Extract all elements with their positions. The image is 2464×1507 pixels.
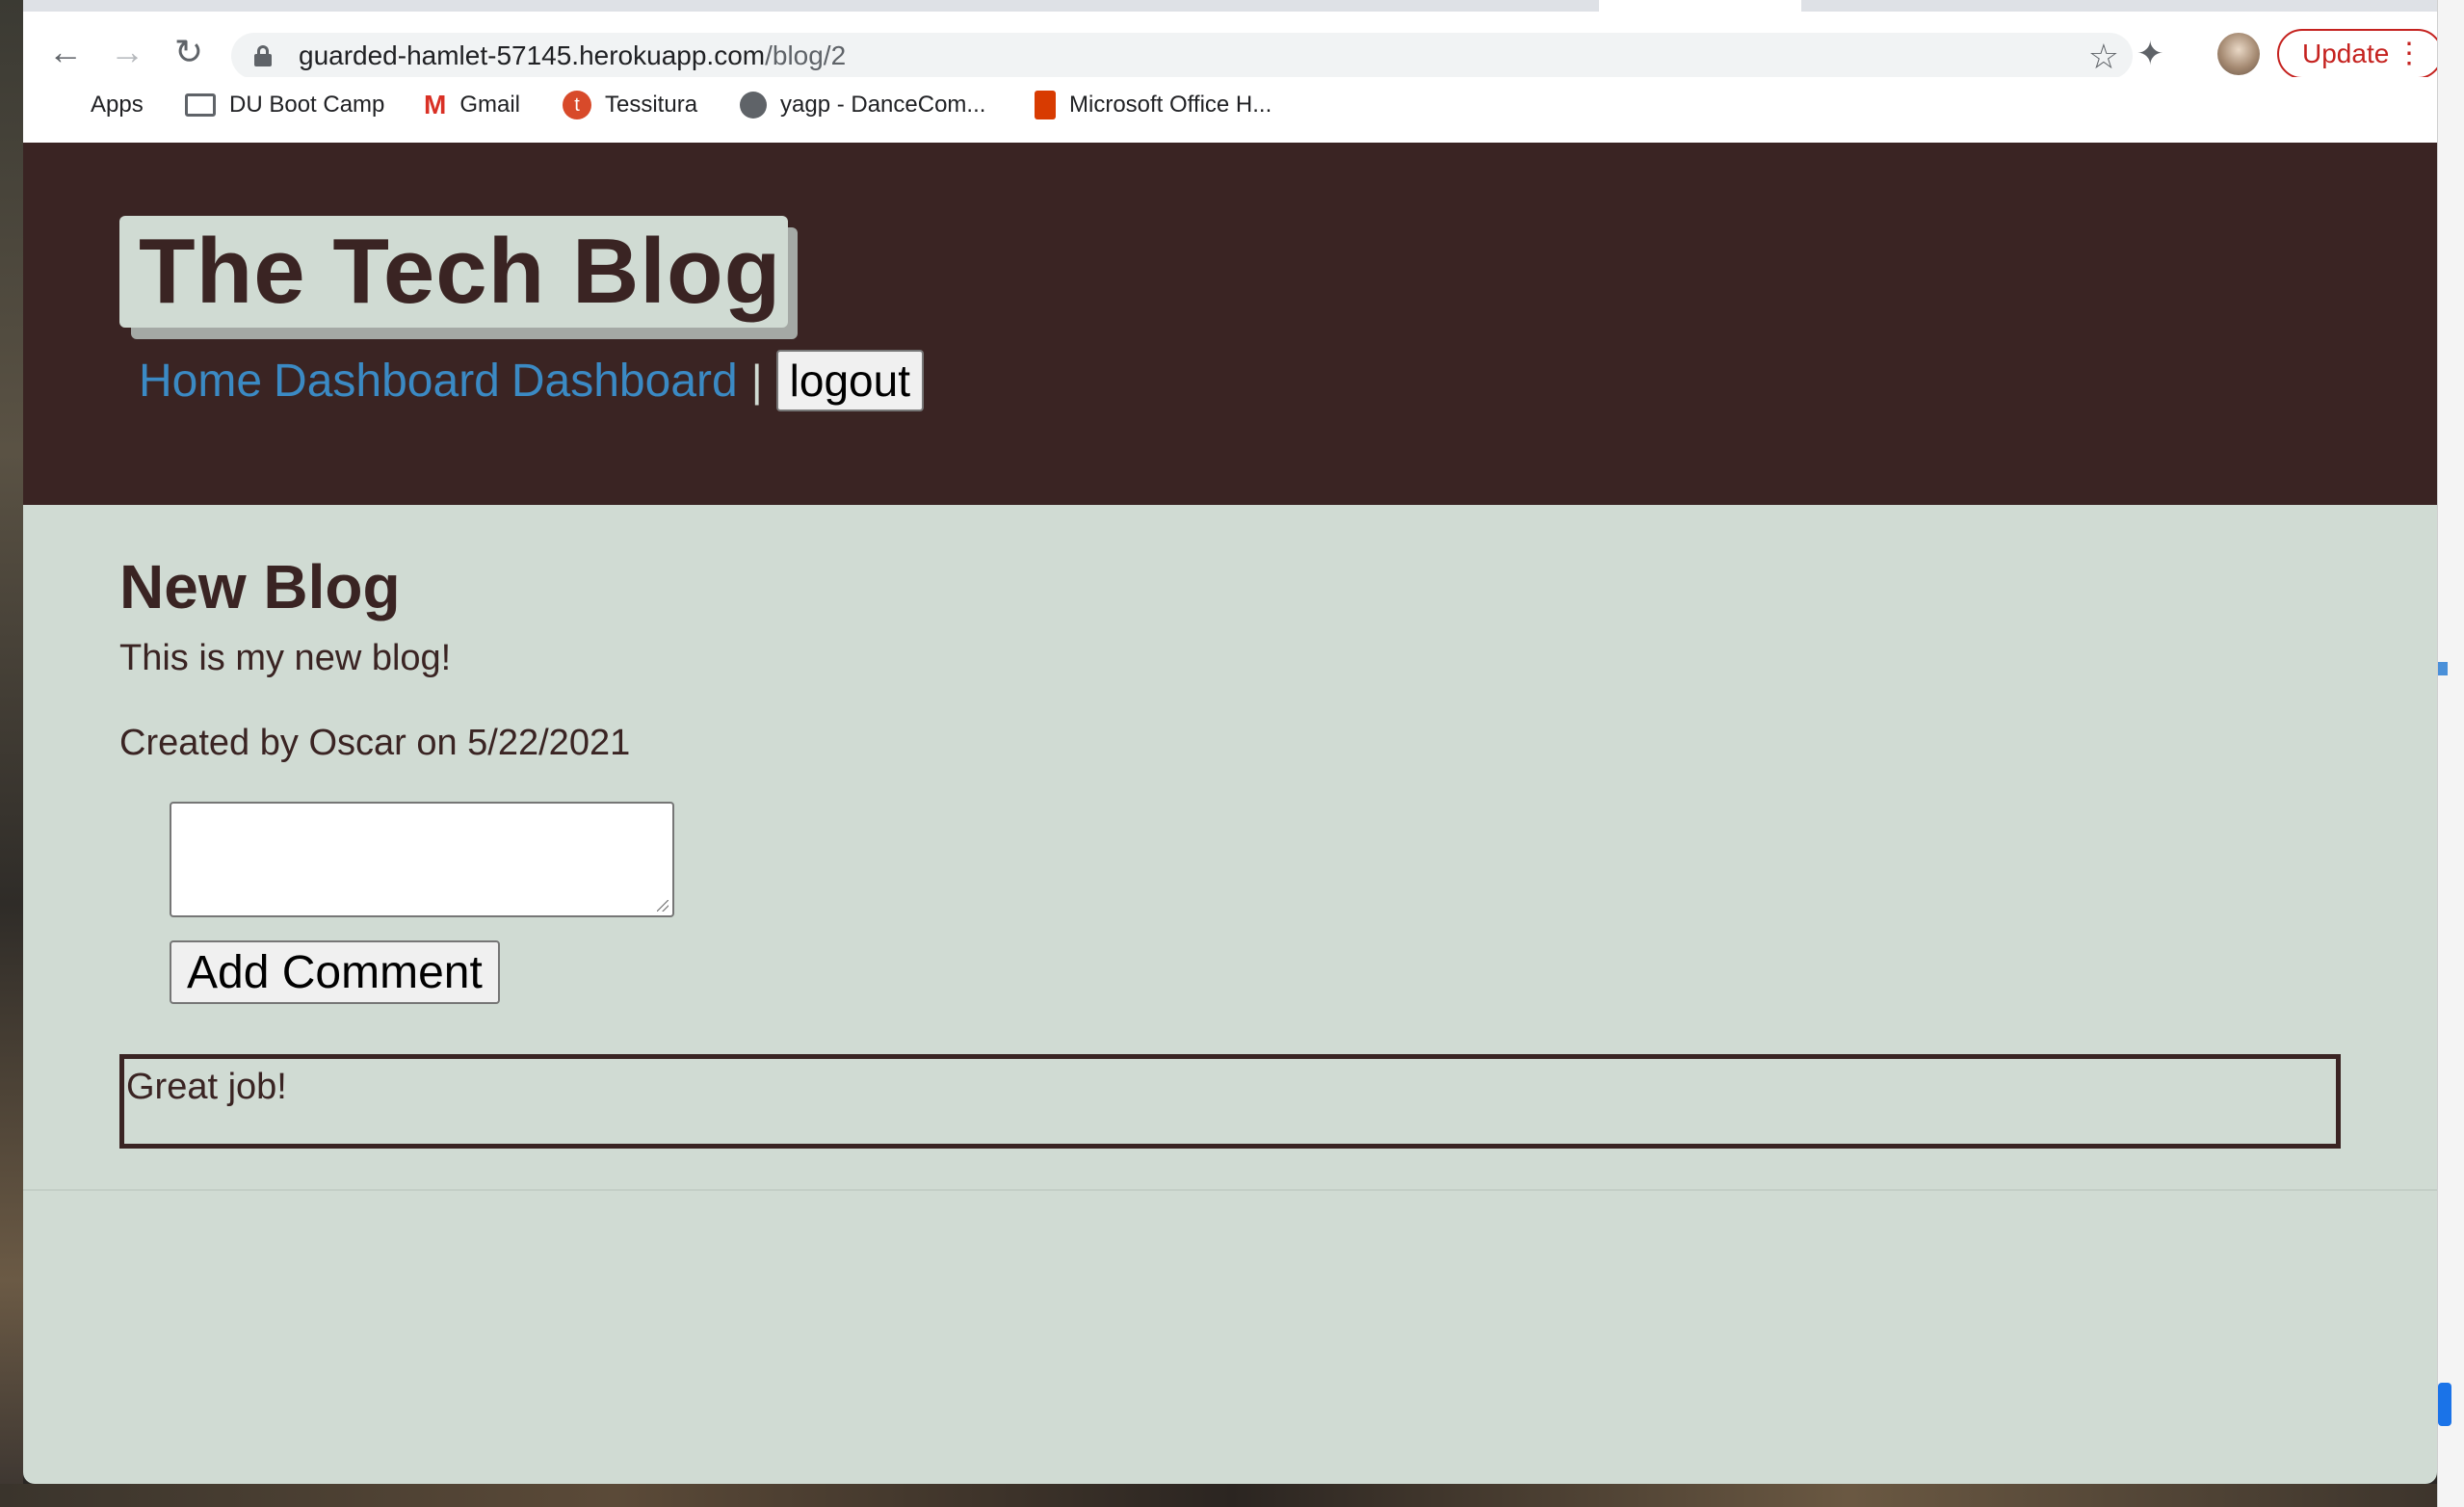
globe-icon [740, 92, 767, 119]
site-header: The Tech Blog Home Dashboard Dashboard |… [23, 143, 2437, 505]
apps-grid-icon [52, 93, 77, 118]
bookmark-star-icon[interactable]: ☆ [2088, 37, 2119, 77]
bookmark-label: Gmail [459, 92, 520, 118]
nav-dashboard-link[interactable]: Dashboard [274, 355, 500, 408]
logout-button[interactable]: logout [775, 350, 924, 411]
post-body: This is my new blog! [119, 638, 452, 678]
background-window-button [2438, 1383, 2451, 1426]
bookmark-label: Microsoft Office H... [1069, 92, 1272, 118]
extensions-puzzle-icon[interactable]: ✦ [2136, 35, 2164, 73]
reload-icon[interactable]: ↻ [168, 31, 210, 73]
nav-separator: | [750, 356, 763, 406]
background-window-accent [2438, 662, 2448, 675]
browser-toolbar: ← → ↻ guarded-hamlet-57145.herokuapp.com… [23, 12, 2437, 79]
comment-item: Great job! [119, 1054, 2341, 1149]
bookmarks-bar: Apps DU Boot Camp M Gmail t Tessitura ya… [23, 77, 2437, 143]
add-comment-button[interactable]: Add Comment [170, 940, 500, 1004]
lock-icon[interactable] [254, 45, 272, 66]
bookmark-label: DU Boot Camp [229, 92, 385, 118]
site-nav: Home Dashboard Dashboard | logout [139, 350, 924, 411]
forward-arrow-icon[interactable]: → [106, 31, 148, 73]
more-menu-icon[interactable]: ⋮ [2395, 37, 2424, 71]
blog-post: New Blog This is my new blog! Created by… [23, 505, 2437, 1191]
bookmark-apps[interactable]: Apps [52, 77, 144, 133]
gmail-icon: M [424, 90, 447, 119]
comment-input[interactable] [170, 802, 674, 917]
nav-dashboard-link-2[interactable]: Dashboard [511, 355, 738, 408]
folder-icon [185, 93, 216, 117]
post-meta: Created by Oscar on 5/22/2021 [119, 723, 631, 763]
background-window [2437, 0, 2464, 1507]
desktop-wallpaper-bottom [0, 1484, 2464, 1507]
update-label: Update [2302, 39, 2390, 68]
nav-home-link[interactable]: Home [139, 355, 262, 408]
bookmark-du-boot-camp[interactable]: DU Boot Camp [185, 77, 384, 133]
resize-grip-icon[interactable] [657, 900, 668, 912]
active-tab[interactable] [1599, 0, 1801, 12]
bookmark-microsoft-office[interactable]: Microsoft Office H... [1035, 77, 1271, 133]
update-button[interactable]: Update ⋮ [2277, 29, 2437, 79]
site-title: The Tech Blog [119, 216, 788, 328]
back-arrow-icon[interactable]: ← [44, 31, 87, 73]
tab-strip [23, 0, 2437, 12]
bookmark-label: Apps [91, 92, 144, 118]
post-title: New Blog [119, 552, 401, 621]
browser-window: ← → ↻ guarded-hamlet-57145.herokuapp.com… [23, 0, 2437, 1484]
url-path: /blog/2 [765, 40, 847, 70]
tessitura-icon: t [563, 91, 591, 119]
bookmark-label: Tessitura [605, 92, 698, 118]
office-icon [1035, 91, 1056, 119]
url-host: guarded-hamlet-57145.herokuapp.com [299, 40, 766, 70]
address-bar[interactable]: guarded-hamlet-57145.herokuapp.com/blog/… [231, 33, 2133, 79]
bookmark-gmail[interactable]: M Gmail [424, 77, 520, 133]
profile-avatar[interactable] [2217, 33, 2260, 75]
bookmark-tessitura[interactable]: t Tessitura [563, 77, 697, 133]
bookmark-label: yagp - DanceCom... [780, 92, 986, 118]
bookmark-yagp[interactable]: yagp - DanceCom... [740, 77, 985, 133]
desktop-wallpaper [0, 0, 23, 1507]
